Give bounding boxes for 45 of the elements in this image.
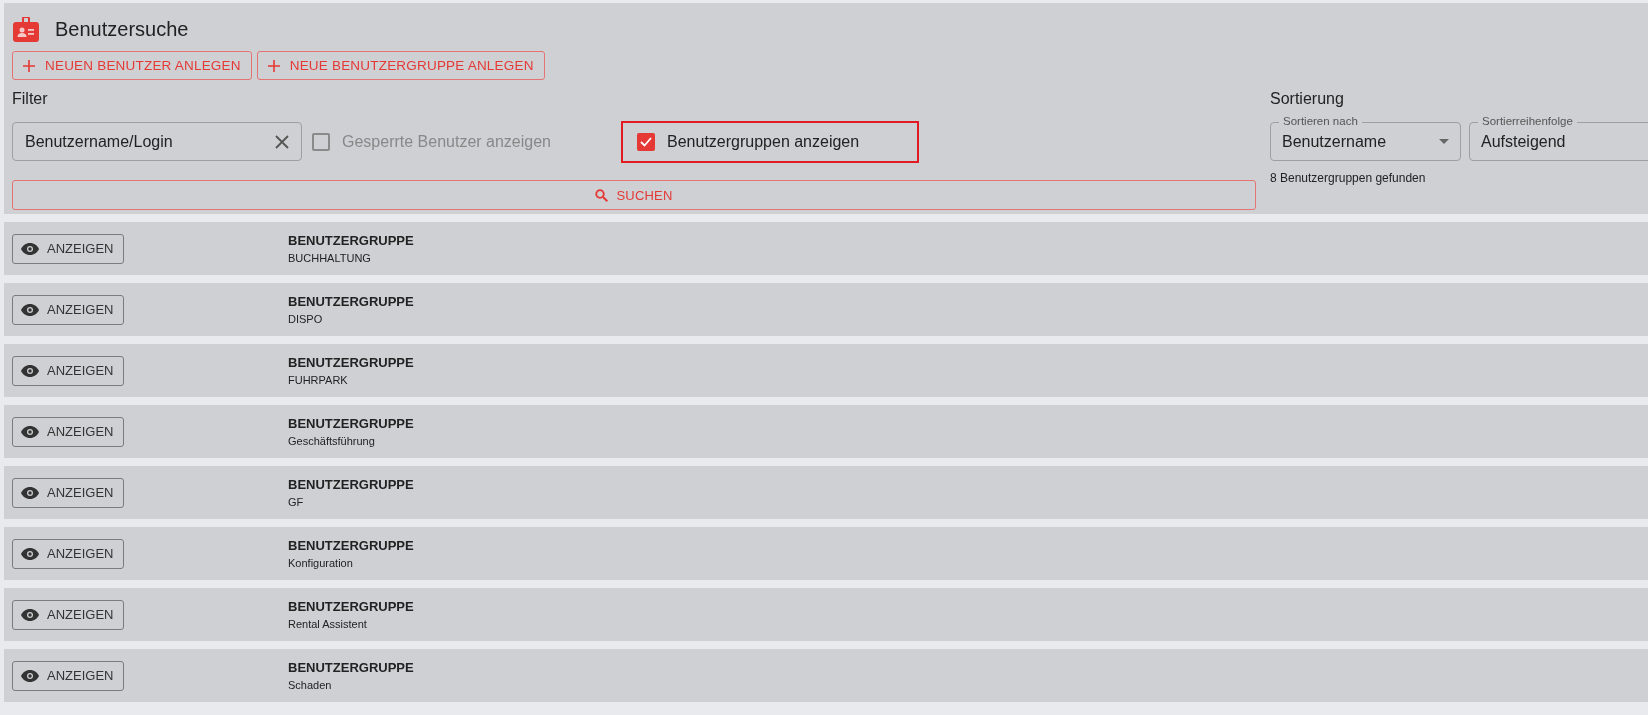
filter-heading: Filter — [12, 90, 49, 109]
search-icon — [595, 188, 609, 202]
view-button[interactable]: ANZEIGEN — [12, 538, 124, 569]
sort-heading: Sortierung — [1270, 90, 1345, 109]
result-type: BENUTZERGRUPPE — [288, 294, 414, 309]
result-type: BENUTZERGRUPPE — [288, 416, 414, 431]
eye-icon — [21, 547, 39, 560]
dropdown-icon — [1439, 139, 1449, 144]
result-count: 8 Benutzergruppen gefunden — [1270, 171, 1427, 185]
checkbox-option[interactable]: Benutzergruppen anzeigen — [621, 120, 919, 163]
eye-icon — [21, 242, 39, 255]
page-title: Benutzersuche — [55, 17, 189, 41]
result-name: Rental Assistent — [288, 618, 368, 630]
result-type: BENUTZERGRUPPE — [288, 599, 414, 614]
view-button[interactable]: ANZEIGEN — [12, 233, 124, 264]
result-type: BENUTZERGRUPPE — [288, 538, 414, 553]
result-type: BENUTZERGRUPPE — [288, 233, 414, 248]
result-name: Geschäftsführung — [288, 435, 376, 447]
result-type: BENUTZERGRUPPE — [288, 477, 414, 492]
view-button[interactable]: ANZEIGEN — [12, 416, 124, 447]
view-button[interactable]: ANZEIGEN — [12, 294, 124, 325]
result-name: GF — [288, 496, 305, 508]
result-type: BENUTZERGRUPPE — [288, 355, 414, 370]
view-button[interactable]: ANZEIGEN — [12, 599, 124, 630]
result-name: BUCHHALTUNG — [288, 252, 372, 264]
view-button[interactable]: ANZEIGEN — [12, 477, 124, 508]
eye-icon — [21, 669, 39, 682]
result-name: Schaden — [288, 679, 333, 691]
eye-icon — [21, 364, 39, 377]
result-name: Konfiguration — [288, 557, 354, 569]
clear-icon[interactable] — [275, 134, 289, 149]
view-button[interactable]: ANZEIGEN — [12, 660, 124, 691]
id-badge-icon — [13, 16, 39, 42]
plus-icon — [267, 59, 280, 72]
view-button[interactable]: ANZEIGEN — [12, 355, 124, 386]
result-name: FUHRPARK — [288, 374, 349, 386]
result-name: DISPO — [288, 313, 324, 325]
eye-icon — [21, 486, 39, 499]
eye-icon — [21, 303, 39, 316]
check-icon — [640, 136, 652, 147]
eye-icon — [21, 608, 39, 621]
eye-icon — [21, 425, 39, 438]
search-field[interactable]: Benutzername/Login — [12, 122, 302, 161]
plus-icon — [23, 59, 35, 72]
result-type: BENUTZERGRUPPE — [288, 660, 414, 675]
